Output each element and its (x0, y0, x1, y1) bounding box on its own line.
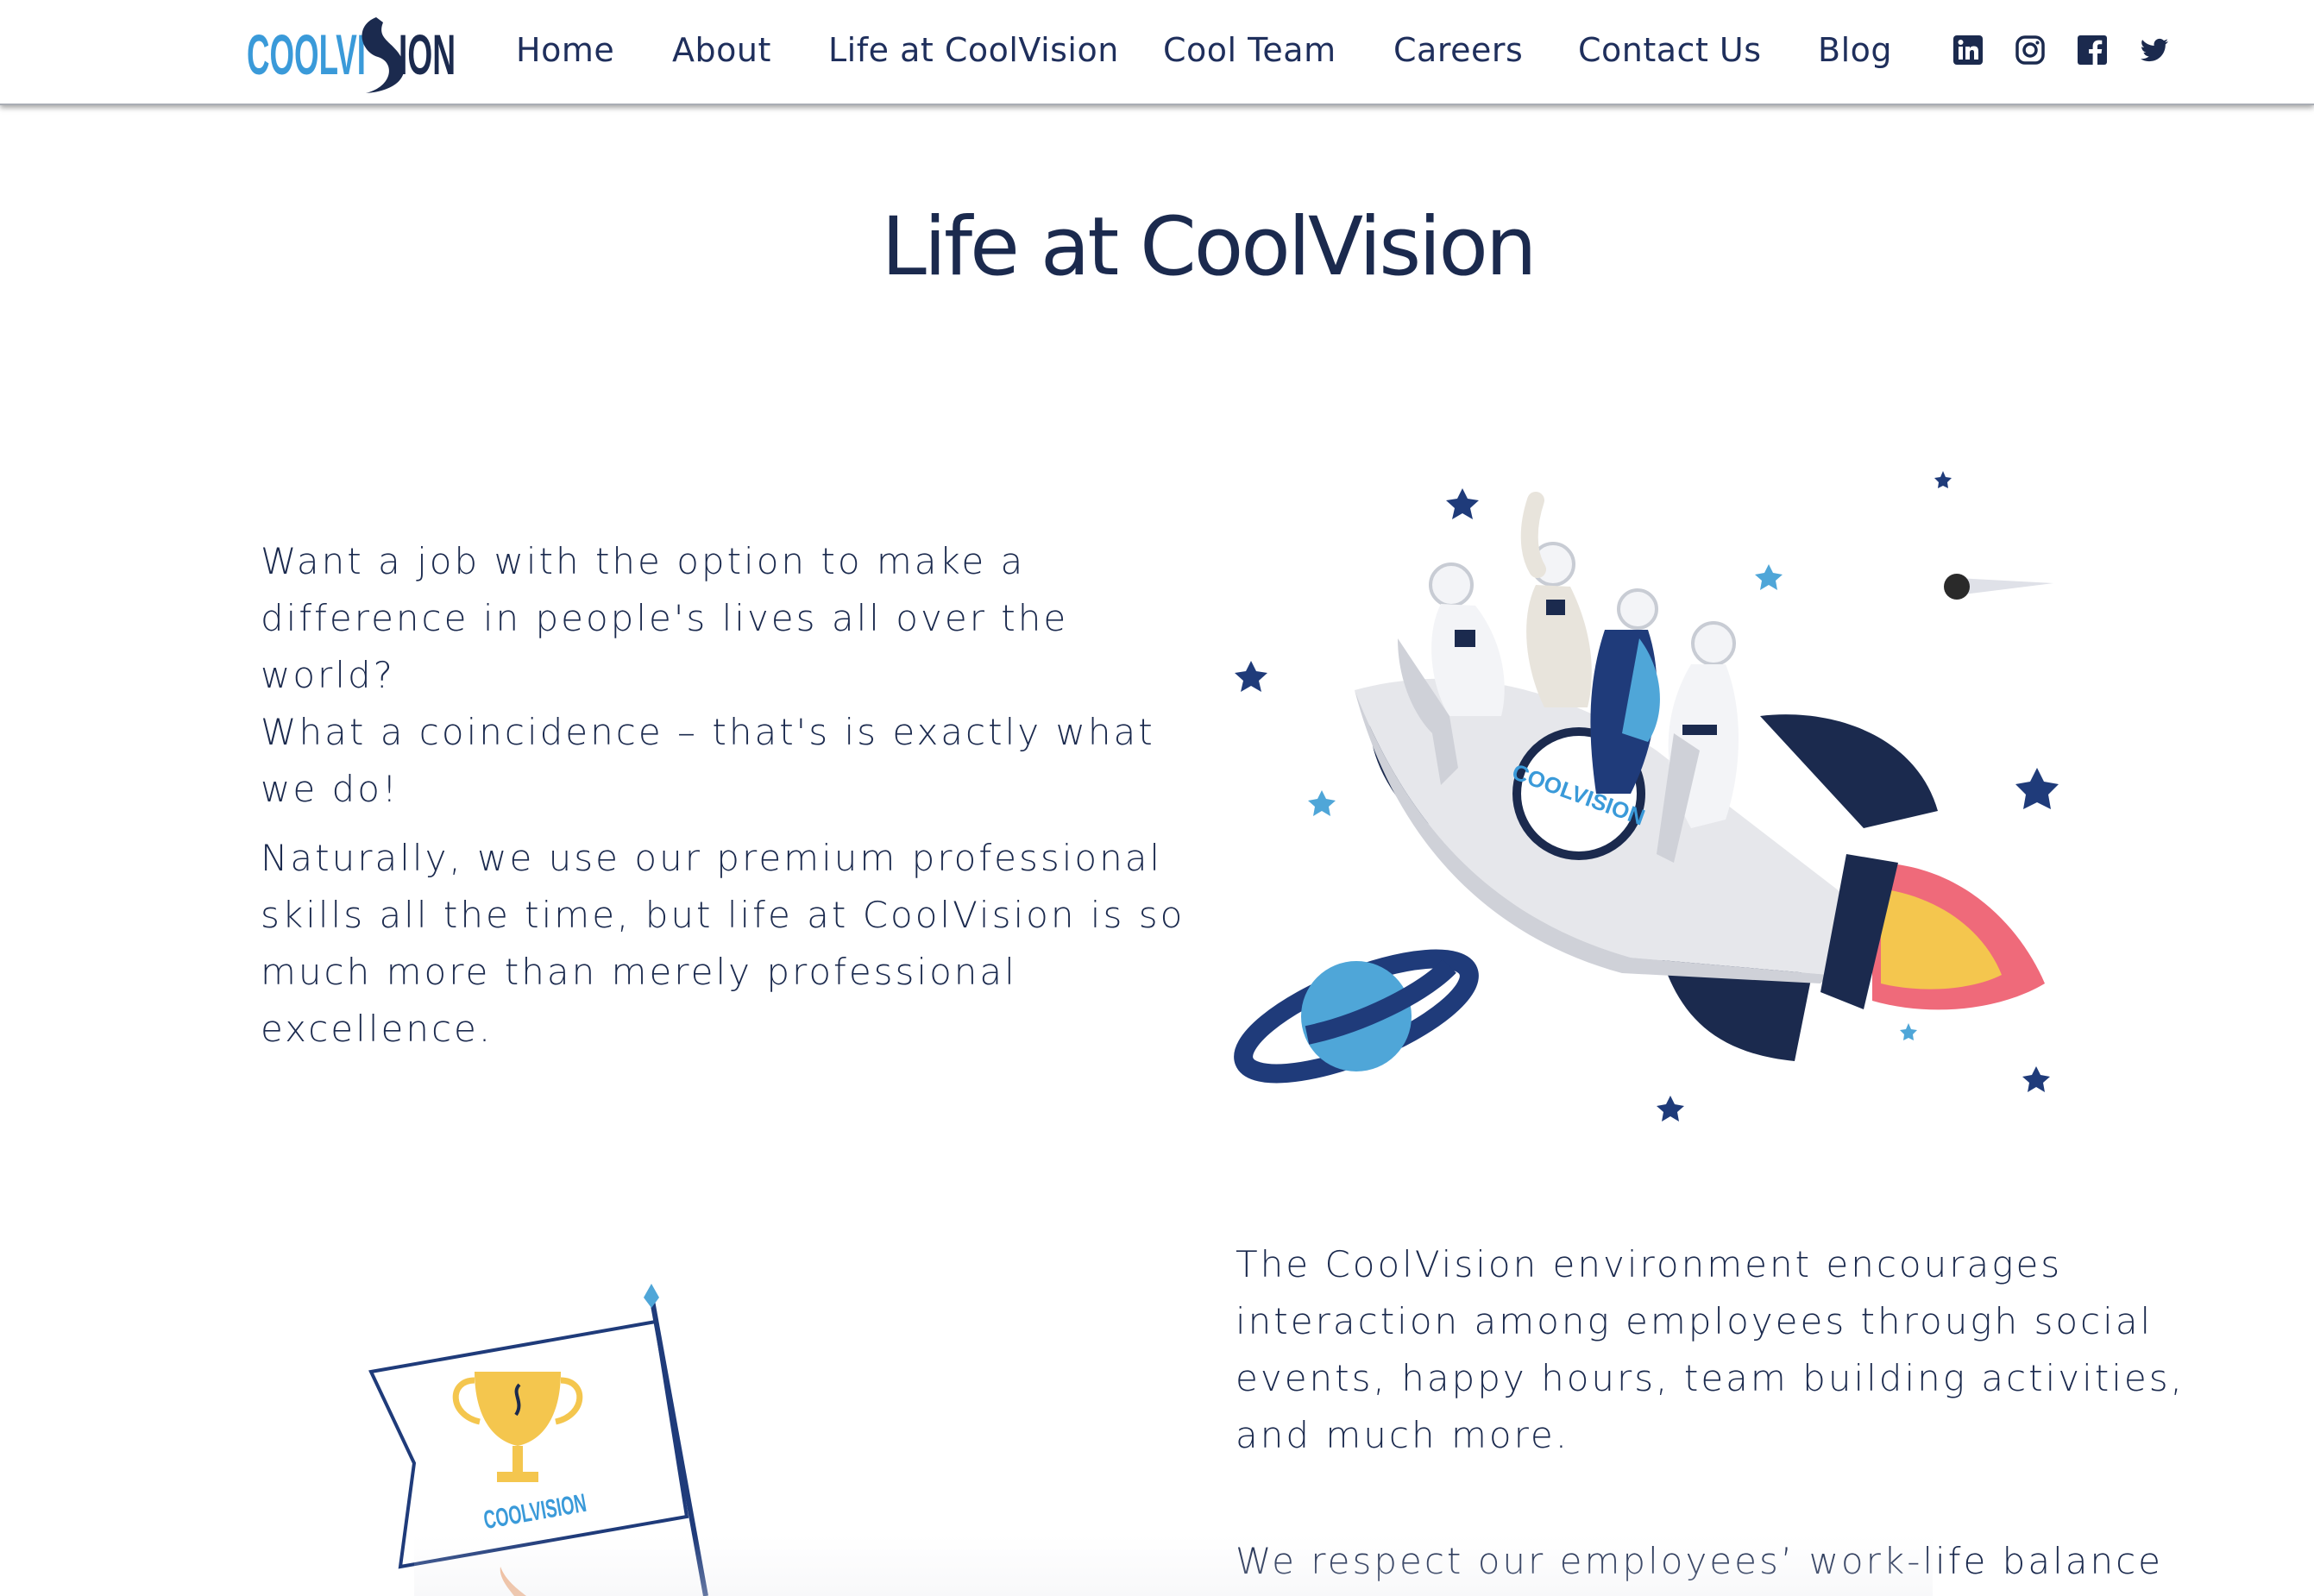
twitter-icon[interactable] (2139, 35, 2170, 66)
environment-paragraph: The CoolVision environment encourages in… (1236, 1236, 2228, 1464)
text-line: events, happy hours, team building activ… (1236, 1357, 2185, 1399)
text-line: What a coincidence – that's is exactly w… (261, 711, 1155, 753)
text-line: we do! (261, 768, 399, 810)
nav-contact-us[interactable]: Contact Us (1578, 26, 1762, 74)
work-life-paragraph: We respect our employees’ work-life bala… (1236, 1533, 2228, 1590)
intro-paragraph: Want a job with the option to make a dif… (261, 533, 1210, 818)
nav-life-at-coolvision[interactable]: Life at CoolVision (828, 26, 1119, 74)
text-line: and much more. (1236, 1414, 1570, 1456)
instagram-icon[interactable] (2015, 35, 2046, 66)
text-line: difference in people's lives all over th… (261, 597, 1069, 696)
text-line: skills all the time, but life at CoolVis… (261, 894, 1185, 936)
svg-text:COOLVI: COOLVI (247, 22, 366, 86)
page-title: Life at CoolVision (881, 200, 1537, 294)
nav-careers[interactable]: Careers (1393, 26, 1523, 74)
nav-about[interactable]: About (672, 26, 771, 74)
facebook-icon[interactable] (2077, 35, 2108, 66)
text-line: We respect our employees’ work-life bala… (1236, 1540, 2164, 1582)
nav-home[interactable]: Home (516, 26, 614, 74)
text-line: interaction among employees through soci… (1236, 1300, 2154, 1342)
trophy-flag-illustration: COOLVISION (345, 1277, 742, 1596)
second-paragraph: Naturally, we use our premium profession… (261, 830, 1210, 1058)
text-line: Naturally, we use our premium profession… (261, 837, 1163, 879)
nav-blog[interactable]: Blog (1818, 26, 1892, 74)
site-header: COOLVI ION Home About Life at CoolVision… (0, 0, 2314, 105)
logo-graphic: COOLVI ION (247, 17, 456, 93)
text-line: The CoolVision environment encourages (1236, 1243, 2063, 1285)
coolvision-logo[interactable]: COOLVI ION (247, 7, 457, 97)
text-line: much more than merely professional (261, 951, 1017, 993)
svg-text:ION: ION (399, 22, 456, 86)
text-line: Want a job with the option to make a (261, 540, 1026, 582)
rocket-astronauts-illustration: COOLVISION (1225, 457, 2071, 1147)
nav-cool-team[interactable]: Cool Team (1163, 26, 1336, 74)
linkedin-icon[interactable] (1952, 35, 1984, 66)
text-line: excellence. (261, 1008, 494, 1050)
